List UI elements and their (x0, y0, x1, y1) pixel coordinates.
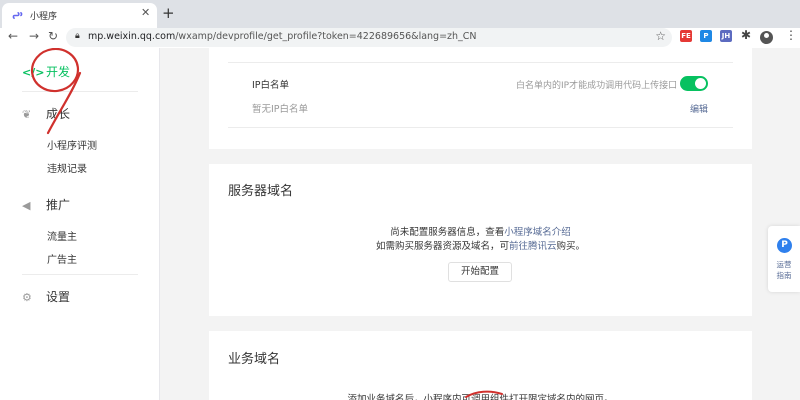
new-tab-button[interactable]: + (162, 4, 175, 22)
forward-arrow-icon[interactable]: → (29, 29, 39, 43)
business-domain-card: 业务域名 添加业务域名后，小程序内可调用组件打开限定域名内的网页。 (209, 331, 752, 400)
browser-toolbar: ← → ↻ 🔒︎ mp.weixin.qq.com/wxamp/devprofi… (0, 28, 800, 48)
ip-whitelist-label: IP白名单 (252, 80, 290, 91)
lock-icon: 🔒︎ (75, 31, 80, 41)
tab-close-icon[interactable]: ✕ (141, 6, 150, 19)
sidebar-subitem-traffic-owner[interactable]: 流量主 (47, 228, 77, 243)
ip-whitelist-edit-link[interactable]: 编辑 (690, 102, 708, 115)
operations-guide-button[interactable]: P 运营 指南 (768, 226, 800, 292)
extensions-puzzle-icon[interactable]: ✱ (741, 28, 751, 42)
server-domain-card: 服务器域名 尚未配置服务器信息，查看小程序域名介绍 如需购买服务器资源及域名，可… (209, 164, 752, 316)
extension-fe-icon[interactable]: FE (680, 30, 692, 42)
guide-label-line2: 指南 (776, 271, 792, 280)
tab-title: 小程序 (30, 12, 58, 22)
extension-p-icon[interactable]: P (700, 30, 712, 42)
guide-p-icon: P (777, 238, 792, 253)
business-domain-title: 业务域名 (228, 352, 281, 367)
reload-icon[interactable]: ↻ (48, 29, 58, 43)
sidebar-item-develop[interactable]: </> 开发 (22, 63, 70, 80)
server-domain-buy-line: 如需购买服务器资源及域名，可前往腾讯云购买。 (375, 241, 586, 252)
back-arrow-icon[interactable]: ← (8, 29, 18, 43)
server-domain-title: 服务器域名 (228, 184, 294, 199)
annotation-underline-mark (465, 390, 503, 398)
more-menu-icon[interactable]: ⋮ (785, 28, 797, 42)
sidebar-item-growth[interactable]: ❦ 成长 (22, 105, 70, 122)
server-domain-info-line: 尚未配置服务器信息，查看小程序域名介绍 (390, 227, 571, 238)
sidebar-divider (22, 274, 138, 275)
sprout-icon: ❦ (22, 108, 32, 121)
url-text[interactable]: mp.weixin.qq.com/wxamp/devprofile/get_pr… (88, 31, 477, 42)
ip-whitelist-empty-text: 暂无IP白名单 (252, 104, 309, 115)
browser-tab[interactable]: 小程序 ✕ (2, 3, 157, 28)
ip-whitelist-hint: 白名单内的IP才能成功调用代码上传接口 (516, 81, 678, 91)
card-divider (228, 62, 733, 63)
bookmark-star-icon[interactable]: ☆ (655, 29, 666, 43)
ip-whitelist-toggle[interactable] (680, 76, 708, 91)
ip-whitelist-card: IP白名单 暂无IP白名单 白名单内的IP才能成功调用代码上传接口 编辑 (209, 48, 752, 149)
page-content: </> 开发 ❦ 成长 小程序评测 违规记录 ◀ 推广 流量主 广告主 ⚙ 设置 IP白… (0, 48, 800, 400)
sidebar-item-settings[interactable]: ⚙ 设置 (22, 288, 70, 305)
guide-label-line1: 运营 (776, 260, 792, 269)
tencent-cloud-link[interactable]: 前往腾讯云 (509, 241, 557, 252)
miniprogram-favicon-icon (12, 12, 23, 19)
browser-tab-bar: 小程序 ✕ + (0, 0, 800, 28)
address-bar[interactable]: 🔒︎ mp.weixin.qq.com/wxamp/devprofile/get… (66, 28, 672, 47)
code-icon: </> (22, 66, 45, 79)
card-divider (228, 127, 733, 128)
profile-avatar[interactable] (760, 31, 773, 44)
sidebar-subitem-violations[interactable]: 违规记录 (47, 160, 87, 175)
domain-intro-link[interactable]: 小程序域名介绍 (504, 227, 571, 238)
sidebar-item-promotion[interactable]: ◀ 推广 (22, 196, 70, 213)
sidebar-subitem-evaluation[interactable]: 小程序评测 (47, 137, 97, 152)
sidebar-subitem-advertiser[interactable]: 广告主 (47, 251, 77, 266)
sidebar: </> 开发 ❦ 成长 小程序评测 违规记录 ◀ 推广 流量主 广告主 ⚙ 设置 (0, 48, 160, 400)
extension-jh-icon[interactable]: JH (720, 30, 732, 42)
megaphone-icon: ◀ (22, 199, 31, 212)
sidebar-divider (22, 91, 138, 92)
start-config-button[interactable]: 开始配置 (448, 262, 512, 282)
gear-icon: ⚙ (22, 291, 32, 304)
